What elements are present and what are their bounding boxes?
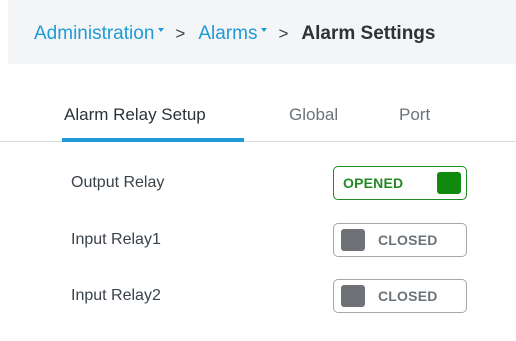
toggle-knob: [437, 172, 461, 194]
input-relay1-toggle[interactable]: CLOSED: [333, 223, 467, 257]
tab-alarm-relay-setup[interactable]: Alarm Relay Setup: [64, 105, 206, 125]
caret-down-icon: [261, 28, 268, 32]
alarm-settings-page: Administration > Alarms > Alarm Settings…: [0, 0, 516, 341]
input-relay2-toggle[interactable]: CLOSED: [333, 279, 467, 313]
caret-down-icon: [158, 28, 165, 32]
input-relay1-state: CLOSED: [378, 232, 438, 248]
tab-global[interactable]: Global: [289, 105, 338, 125]
breadcrumb-alarms-label: Alarms: [198, 23, 258, 44]
output-relay-state: OPENED: [343, 175, 404, 191]
breadcrumb-separator: >: [175, 24, 186, 43]
output-relay-toggle[interactable]: OPENED: [333, 166, 467, 200]
input-relay2-label: Input Relay2: [71, 287, 161, 304]
breadcrumb-separator: >: [278, 24, 289, 43]
input-relay1-label: Input Relay1: [71, 231, 161, 248]
breadcrumb-administration-link[interactable]: Administration: [34, 23, 165, 45]
breadcrumb: Administration > Alarms > Alarm Settings: [34, 22, 435, 46]
page-title: Alarm Settings: [301, 23, 436, 44]
toggle-knob: [341, 229, 365, 251]
breadcrumb-alarms-link[interactable]: Alarms: [198, 23, 268, 45]
output-relay-label: Output Relay: [71, 174, 165, 191]
tab-port[interactable]: Port: [399, 105, 430, 125]
toggle-knob: [341, 285, 365, 307]
active-tab-indicator: [62, 138, 244, 142]
input-relay2-state: CLOSED: [378, 288, 438, 304]
breadcrumb-administration-label: Administration: [34, 23, 155, 44]
settings-tabs: Alarm Relay Setup Global Port: [0, 96, 516, 142]
